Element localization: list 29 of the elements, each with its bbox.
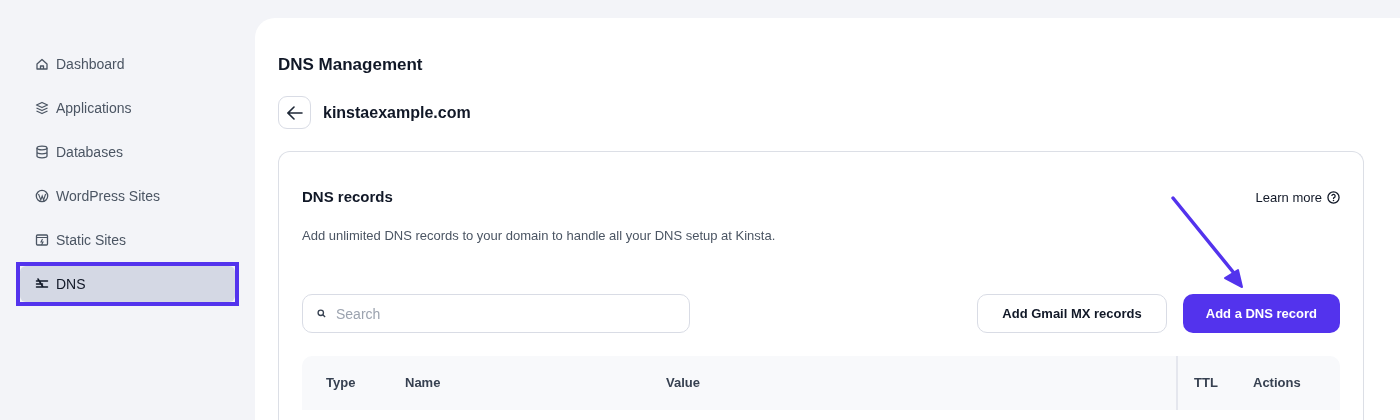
search-field[interactable]: Search bbox=[302, 294, 690, 333]
column-header: Name bbox=[405, 374, 441, 393]
back-button[interactable] bbox=[278, 96, 311, 129]
sidebar-item[interactable]: WordPress Sites bbox=[20, 178, 235, 214]
column-header: Actions bbox=[1253, 374, 1301, 393]
wordpress-logo-icon bbox=[35, 189, 49, 203]
house-icon bbox=[35, 57, 49, 71]
column-header: TTL bbox=[1194, 374, 1218, 393]
section-description: Add unlimited DNS records to your domain to handle all your DNS setup at Kinsta. bbox=[302, 226, 777, 245]
column-header: Value bbox=[666, 374, 700, 393]
page-title: DNS Management bbox=[278, 54, 424, 76]
add-gmail-button[interactable]: Add Gmail MX records bbox=[977, 294, 1167, 333]
sidebar-item[interactable]: DNS bbox=[20, 266, 235, 302]
back-arrow-icon bbox=[286, 105, 303, 120]
sidebar-item[interactable]: Databases bbox=[20, 134, 235, 170]
sidebar-item[interactable]: Static Sites bbox=[20, 222, 235, 258]
search-icon bbox=[317, 309, 326, 318]
domain-name: kinstaexample.com bbox=[323, 102, 471, 123]
add-record-button[interactable]: Add a DNS record bbox=[1182, 294, 1340, 333]
help-icon bbox=[1327, 190, 1340, 204]
database-icon bbox=[35, 145, 49, 159]
browser-window-icon bbox=[35, 233, 49, 247]
column-header: Type bbox=[326, 374, 356, 393]
layers-icon bbox=[35, 101, 49, 115]
sidebar-item[interactable]: Applications bbox=[20, 90, 235, 126]
sliders-icon bbox=[35, 277, 49, 291]
section-title: DNS records bbox=[302, 187, 393, 207]
sidebar-item[interactable]: Dashboard bbox=[20, 46, 235, 82]
learn-more-link[interactable]: Learn more bbox=[1255, 187, 1340, 207]
